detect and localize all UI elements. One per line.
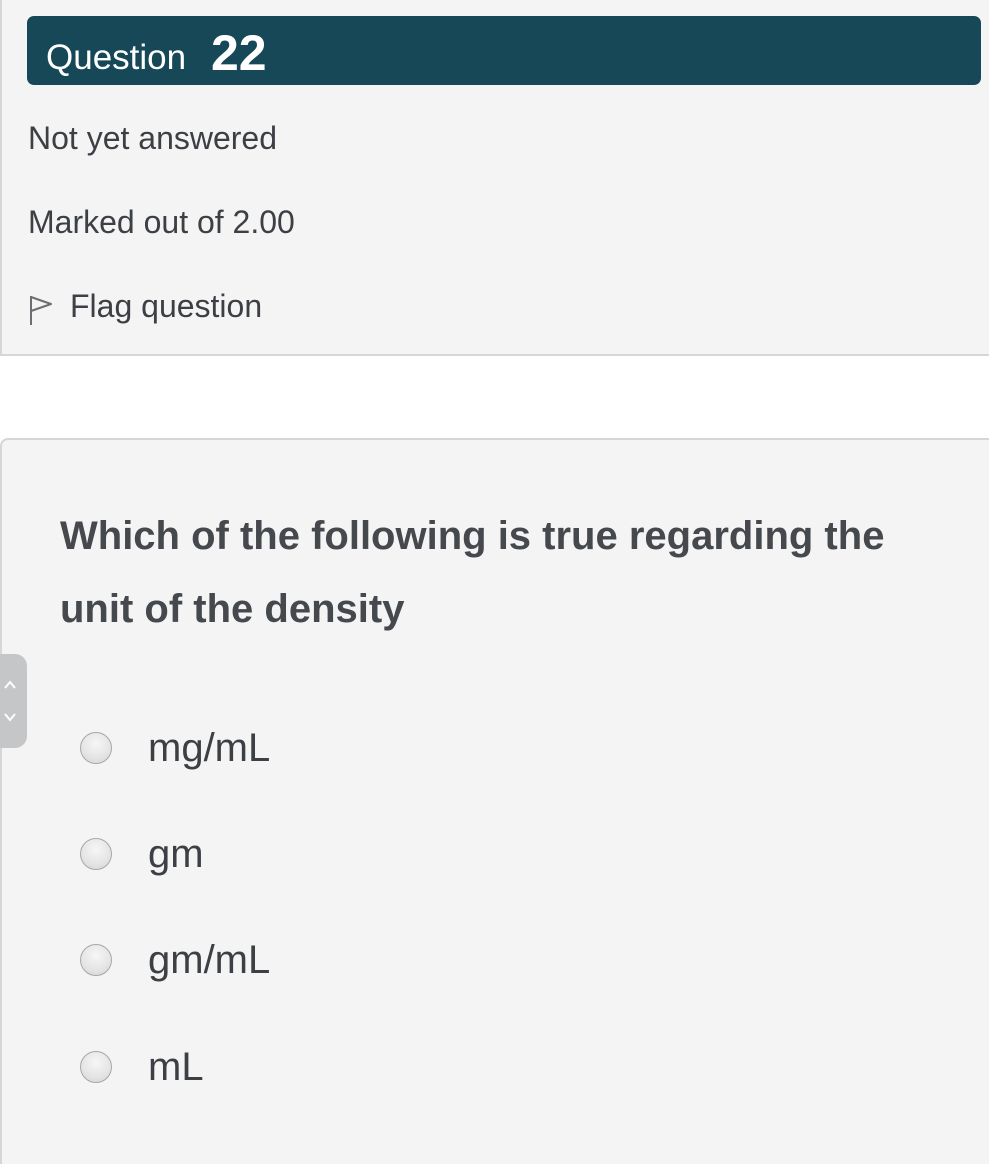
answer-option-label: gm/mL [148, 938, 271, 982]
question-state: Not yet answered [28, 120, 278, 156]
answer-option-label: gm [148, 832, 204, 876]
question-nav-handle[interactable] [0, 654, 27, 748]
answer-option-label: mg/mL [148, 726, 271, 770]
flag-question-label: Flag question [70, 288, 263, 324]
chevron-up-icon [4, 680, 16, 689]
answer-option[interactable]: mg/mL [80, 719, 580, 779]
answer-option[interactable]: gm/mL [80, 931, 580, 991]
radio-button[interactable] [80, 944, 112, 976]
chevron-down-icon [4, 713, 16, 722]
answer-option-label: mL [148, 1045, 204, 1089]
answer-option[interactable]: mL [80, 1038, 580, 1098]
radio-button[interactable] [80, 838, 112, 870]
question-header: Question 22 [27, 16, 981, 85]
question-grade: Marked out of 2.00 [28, 204, 295, 240]
question-word: Question [46, 38, 187, 77]
question-text: Which of the following is true regarding… [60, 514, 885, 631]
answer-option[interactable]: gm [80, 825, 580, 885]
flag-outline-icon [30, 296, 52, 325]
radio-button[interactable] [80, 732, 112, 764]
question-info-panel: Question 22 Not yet answered Marked out … [0, 0, 989, 356]
question-number: 22 [211, 25, 267, 81]
flag-question-button[interactable]: Flag question [28, 284, 348, 328]
radio-button[interactable] [80, 1051, 112, 1083]
